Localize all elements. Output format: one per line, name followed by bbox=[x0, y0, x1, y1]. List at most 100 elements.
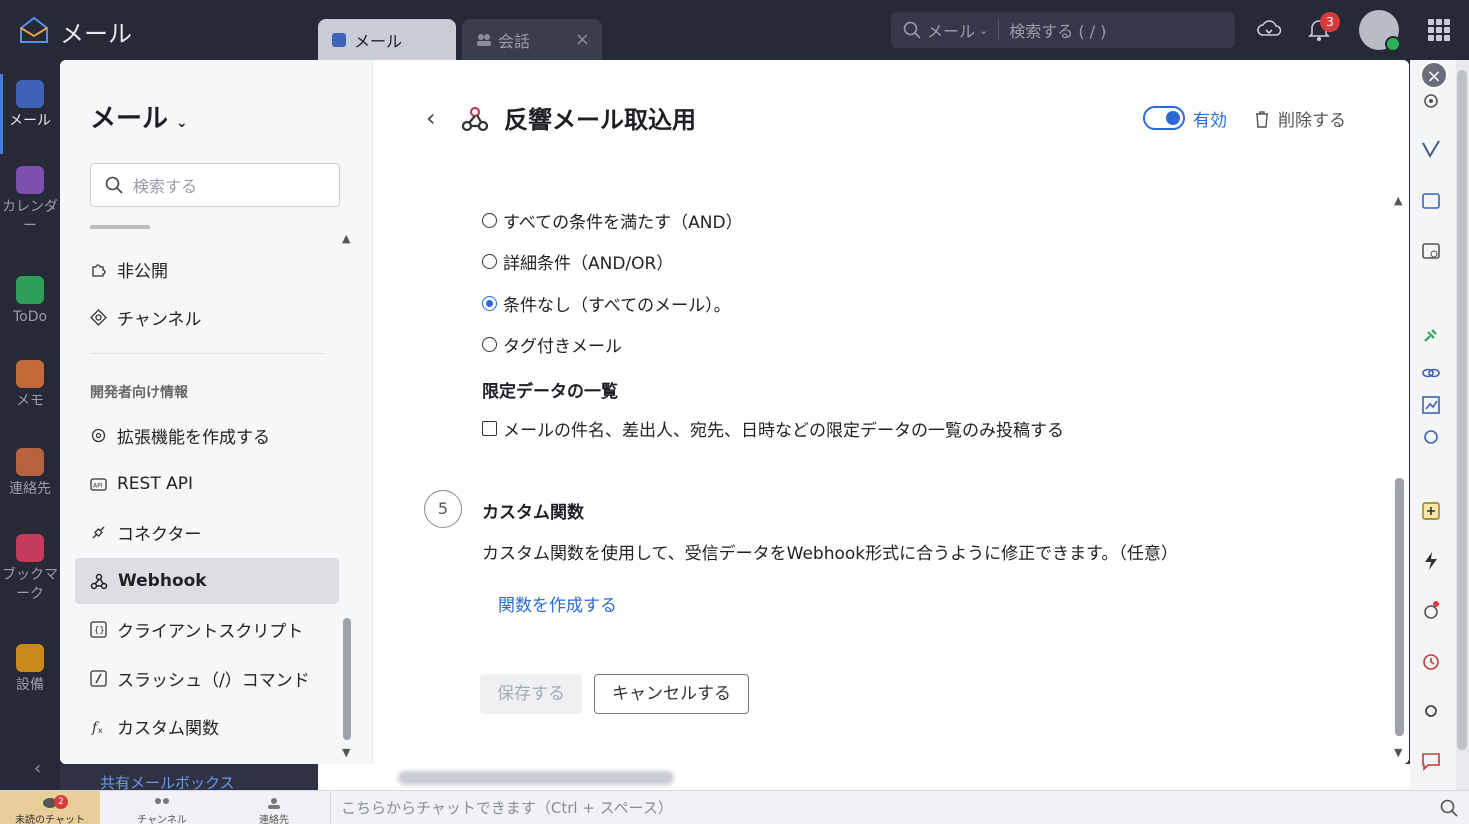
sidebar-item-label: スラッシュ（/）コマンド bbox=[117, 670, 310, 691]
back-arrow-icon[interactable]: ‹ bbox=[426, 104, 436, 132]
check-double-icon[interactable] bbox=[1420, 138, 1442, 160]
sidebar-scrollbar-thumb[interactable] bbox=[343, 618, 351, 740]
app-rail: メール カレンダー ToDo メモ 連絡先 ブックマーク 設備 bbox=[0, 60, 60, 790]
sidebar-search-input[interactable]: 検索する bbox=[90, 163, 340, 207]
function-icon: fx bbox=[91, 720, 103, 735]
sidebar-item-label: REST API bbox=[117, 474, 194, 494]
sidebar-item-connector[interactable]: コネクター bbox=[75, 509, 339, 555]
apps-grid-icon[interactable] bbox=[1428, 19, 1450, 41]
option-label: すべての条件を満たす（AND） bbox=[503, 213, 743, 233]
extension-icon bbox=[91, 428, 106, 442]
settings-icon[interactable] bbox=[1420, 90, 1442, 112]
settings-modal: メール ⌄ 検索する ▲ 非公開 チャンネル 開発者向け情報 拡張機能を作成する … bbox=[60, 60, 1409, 764]
lightning-icon[interactable] bbox=[1420, 550, 1442, 572]
sidebar-item-private[interactable]: 非公開 bbox=[75, 246, 339, 292]
radio-button[interactable] bbox=[482, 337, 497, 352]
main-scrollbar-thumb[interactable] bbox=[1395, 478, 1404, 736]
link-icon[interactable] bbox=[1420, 362, 1442, 384]
contacts-tab[interactable]: 連絡先 bbox=[224, 791, 324, 824]
calendar-icon bbox=[16, 166, 44, 194]
search-icon[interactable] bbox=[1440, 799, 1458, 817]
rail-item-calendar[interactable]: カレンダー bbox=[0, 166, 60, 236]
avatar[interactable] bbox=[1359, 10, 1401, 52]
condition-option-all-mail[interactable]: 条件なし（すべてのメール）。 bbox=[482, 291, 731, 316]
sidebar-item-custom-function[interactable]: fx カスタム関数 bbox=[75, 703, 339, 749]
rail-item-bookmarks[interactable]: ブックマーク bbox=[0, 534, 60, 604]
chat-icon[interactable] bbox=[1420, 750, 1442, 772]
contacts-label: 連絡先 bbox=[259, 815, 289, 824]
rail-item-todo[interactable]: ToDo bbox=[0, 276, 60, 327]
webhook-icon bbox=[461, 106, 489, 132]
sidebar-item-client-script[interactable]: {} クライアントスクリプト bbox=[75, 606, 339, 652]
close-icon[interactable]: × bbox=[575, 29, 590, 50]
page-title: 反響メール取込用 bbox=[504, 106, 696, 134]
sidebar-item-webhook[interactable]: Webhook bbox=[75, 558, 339, 604]
notification-badge: 3 bbox=[1320, 12, 1340, 32]
collapse-icon[interactable]: ‹ bbox=[34, 758, 41, 779]
mail-icon bbox=[16, 80, 44, 108]
timer-icon[interactable] bbox=[1420, 600, 1442, 622]
sidebar-item-label: Webhook bbox=[118, 571, 207, 591]
webhook-detail: ‹ 反響メール取込用 有効 削除する ▲ すべての条件を満たす（AND） 詳細条… bbox=[374, 60, 1409, 764]
tab-mail[interactable]: メール bbox=[318, 19, 456, 60]
cancel-button[interactable]: キャンセルする bbox=[594, 674, 749, 714]
sidebar-item-create-extension[interactable]: 拡張機能を作成する bbox=[75, 412, 339, 458]
calendar-clock-icon[interactable] bbox=[1420, 240, 1442, 262]
facility-icon bbox=[16, 644, 44, 672]
radio-button-selected[interactable] bbox=[482, 296, 497, 311]
radio-button[interactable] bbox=[482, 254, 497, 269]
add-note-icon[interactable] bbox=[1420, 500, 1442, 522]
unread-chat-tab[interactable]: 2 未読のチャット bbox=[0, 791, 100, 824]
rail-item-mail[interactable]: メール bbox=[0, 74, 60, 154]
save-button[interactable]: 保存する bbox=[480, 674, 582, 714]
enable-toggle[interactable] bbox=[1143, 106, 1185, 130]
scroll-up-arrow[interactable]: ▲ bbox=[1394, 194, 1402, 207]
people-icon bbox=[477, 33, 491, 46]
bookmark-icon bbox=[16, 534, 44, 562]
right-scrollbar-thumb[interactable] bbox=[1457, 70, 1467, 750]
condition-option-and-or[interactable]: 詳細条件（AND/OR） bbox=[482, 249, 673, 274]
rail-item-notes[interactable]: メモ bbox=[0, 360, 60, 411]
plug-icon[interactable] bbox=[1420, 324, 1442, 346]
sidebar-search-placeholder: 検索する bbox=[133, 177, 198, 196]
modal-close-button[interactable]: × bbox=[1420, 61, 1448, 89]
search-scope[interactable]: メール bbox=[927, 18, 975, 42]
person-icon bbox=[268, 798, 280, 809]
slash-icon bbox=[90, 669, 107, 687]
search-icon bbox=[903, 21, 921, 39]
chart-icon[interactable] bbox=[1420, 394, 1442, 416]
condition-option-and[interactable]: すべての条件を満たす（AND） bbox=[482, 208, 743, 233]
puzzle-icon[interactable] bbox=[1420, 426, 1442, 448]
checkbox[interactable] bbox=[482, 421, 497, 436]
condition-option-tagged[interactable]: タグ付きメール bbox=[482, 332, 622, 357]
app-title: メール bbox=[60, 20, 132, 48]
clipped-item bbox=[90, 215, 150, 229]
radio-button[interactable] bbox=[482, 213, 497, 228]
tab-conversation[interactable]: 会話 × bbox=[462, 19, 602, 60]
limited-data-heading: 限定データの一覧 bbox=[482, 382, 618, 402]
sidebar-item-channels[interactable]: チャンネル bbox=[75, 294, 339, 340]
rail-item-facilities[interactable]: 設備 bbox=[0, 644, 60, 695]
scroll-up-arrow[interactable]: ▲ bbox=[342, 232, 350, 245]
svg-text:{}: {} bbox=[94, 626, 105, 636]
sidebar-item-rest-api[interactable]: API REST API bbox=[75, 461, 339, 507]
rail-item-contacts[interactable]: 連絡先 bbox=[0, 448, 60, 499]
checkbox-label: メールの件名、差出人、宛先、日時などの限定データの一覧のみ投稿する bbox=[503, 421, 1064, 441]
sidebar-title[interactable]: メール ⌄ bbox=[90, 98, 188, 135]
limited-data-option[interactable]: メールの件名、差出人、宛先、日時などの限定データの一覧のみ投稿する bbox=[482, 416, 1064, 441]
delete-button[interactable]: 削除する bbox=[1254, 106, 1346, 131]
cloud-sync-icon[interactable] bbox=[1256, 16, 1282, 42]
sidebar-title-text: メール bbox=[90, 104, 169, 134]
sidebar-item-slash-command[interactable]: スラッシュ（/）コマンド bbox=[75, 655, 339, 701]
create-function-link[interactable]: 関数を作成する bbox=[498, 591, 617, 616]
alarm-icon[interactable] bbox=[1420, 650, 1442, 672]
global-search[interactable]: メール ⌄ 検索する ( / ) bbox=[891, 12, 1235, 48]
channels-tab[interactable]: チャンネル bbox=[112, 791, 212, 824]
option-label: 詳細条件（AND/OR） bbox=[503, 254, 674, 274]
scroll-down-arrow[interactable]: ▼ bbox=[342, 746, 350, 759]
chat-input[interactable]: こちらからチャットできます（Ctrl + スペース） bbox=[330, 791, 1430, 824]
scroll-down-arrow[interactable]: ▼ bbox=[1394, 746, 1402, 759]
rail-label: メール bbox=[9, 113, 51, 129]
window-icon[interactable] bbox=[1420, 190, 1442, 212]
sun-icon[interactable] bbox=[1420, 700, 1442, 722]
